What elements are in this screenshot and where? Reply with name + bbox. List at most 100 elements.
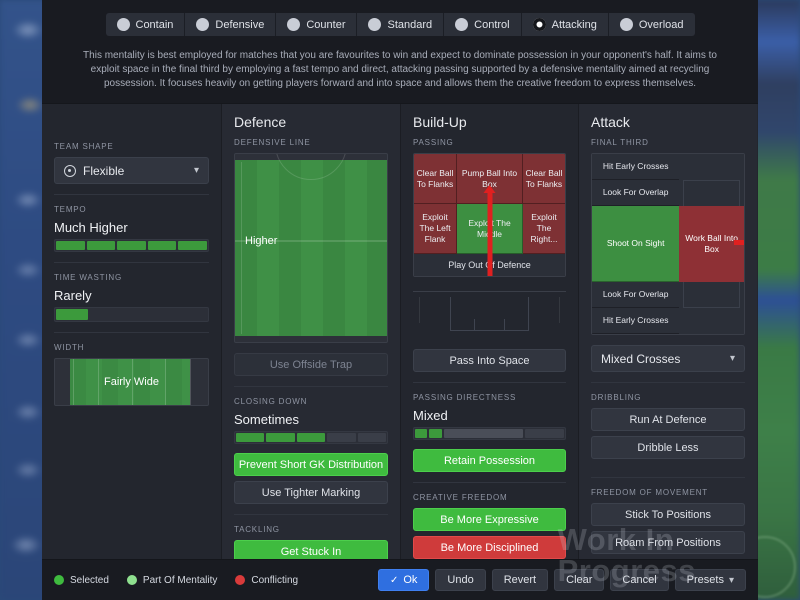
run-at-defence-button[interactable]: Run At Defence: [591, 408, 745, 431]
tempo-segment: [148, 241, 177, 250]
column-defence: Defence DEFENSIVE LINE Higher Use Offsid…: [222, 104, 401, 559]
radio-icon: [368, 18, 381, 31]
mentality-option-standard[interactable]: Standard: [357, 13, 444, 36]
crosses-value: Mixed Crosses: [601, 352, 723, 366]
divider: [54, 262, 209, 263]
direction-arrow-right-icon: [734, 240, 745, 245]
final-third-cell-hit-early-crosses-top[interactable]: Hit Early Crosses: [592, 154, 679, 180]
final-third-cell-hit-early-crosses-bottom[interactable]: Hit Early Crosses: [592, 308, 679, 334]
radio-icon: [196, 18, 209, 31]
passing-directness-label: PASSING DIRECTNESS: [401, 393, 578, 402]
final-third-grid[interactable]: Hit Early Crosses Look For Overlap Shoot…: [591, 153, 745, 335]
check-icon: ✓: [390, 575, 398, 586]
defensive-line-pitch-widget[interactable]: Higher: [234, 153, 388, 343]
mentality-option-defensive[interactable]: Defensive: [185, 13, 276, 36]
legend-label: Part Of Mentality: [143, 575, 217, 586]
stick-to-positions-button[interactable]: Stick To Positions: [591, 503, 745, 526]
freedom-of-movement-label: FREEDOM OF MOVEMENT: [579, 488, 757, 497]
radio-selected-icon: [533, 18, 546, 31]
pitch-goal-area-graphic: [413, 283, 566, 345]
action-buttons: ✓ Ok Undo Revert Clear Cancel Presets ▾: [378, 569, 746, 591]
closing-down-segment: [266, 433, 294, 442]
passing-cell-exploit-the-left-flank[interactable]: Exploit The Left Flank: [414, 204, 457, 254]
attack-title: Attack: [579, 104, 757, 138]
mentality-description: This mentality is best employed for matc…: [68, 49, 732, 91]
mentality-option-counter[interactable]: Counter: [276, 13, 357, 36]
closing-down-slider[interactable]: [234, 431, 388, 444]
final-third-cell-look-for-overlap-top[interactable]: Look For Overlap: [592, 180, 679, 206]
tempo-segment: [56, 241, 85, 250]
use-offside-trap-button[interactable]: Use Offside Trap: [234, 353, 388, 376]
passing-directness-value: Mixed: [413, 408, 566, 423]
mentality-option-label: Defensive: [215, 19, 264, 31]
legend: Selected Part Of Mentality Conflicting: [54, 575, 298, 586]
width-value: Fairly Wide: [55, 359, 208, 405]
closing-down-label: CLOSING DOWN: [222, 397, 400, 406]
creative-freedom-label: CREATIVE FREEDOM: [401, 493, 578, 502]
directness-segment: [525, 429, 564, 438]
roam-from-positions-button[interactable]: Roam From Positions: [591, 531, 745, 554]
team-shape-dropdown[interactable]: Flexible ▾: [54, 157, 209, 184]
directness-segment: [444, 429, 523, 438]
divider: [54, 194, 209, 195]
time-wasting-slider[interactable]: [54, 307, 209, 322]
divider: [591, 382, 745, 383]
radio-icon: [620, 18, 633, 31]
presets-dropdown-button[interactable]: Presets ▾: [675, 569, 746, 591]
retain-possession-button[interactable]: Retain Possession: [413, 449, 566, 472]
column-buildup: Build-Up PASSING Clear Ball To Flanks Pu…: [401, 104, 579, 559]
tempo-slider[interactable]: [54, 239, 209, 252]
legend-swatch: [235, 575, 245, 585]
be-more-expressive-button[interactable]: Be More Expressive: [413, 508, 566, 531]
mentality-option-attacking[interactable]: Attacking: [522, 13, 609, 36]
passing-cell-clear-ball-to-flanks-left[interactable]: Clear Ball To Flanks: [414, 154, 457, 204]
width-pitch-widget[interactable]: Fairly Wide: [54, 358, 209, 406]
time-wasting-label: TIME WASTING: [42, 273, 221, 282]
undo-button[interactable]: Undo: [435, 569, 485, 591]
mentality-option-control[interactable]: Control: [444, 13, 521, 36]
final-third-cell-look-for-overlap-bottom[interactable]: Look For Overlap: [592, 282, 679, 308]
final-third-cell-shoot-on-sight[interactable]: Shoot On Sight: [592, 206, 679, 282]
passing-directness-slider[interactable]: [413, 427, 566, 440]
time-wasting-fill: [56, 309, 88, 320]
tactics-panel: Contain Defensive Counter Standard Contr…: [42, 0, 758, 600]
defensive-line-value: Higher: [245, 235, 277, 247]
passing-cell-exploit-the-right-flank[interactable]: Exploit The Right...: [523, 204, 565, 254]
use-tighter-marking-button[interactable]: Use Tighter Marking: [234, 481, 388, 504]
pass-into-space-button[interactable]: Pass Into Space: [413, 349, 566, 372]
mentality-option-overload[interactable]: Overload: [609, 13, 695, 36]
touchline-left: [241, 162, 381, 335]
ok-button[interactable]: ✓ Ok: [378, 569, 429, 591]
passing-grid[interactable]: Clear Ball To Flanks Pump Ball Into Box …: [413, 153, 566, 277]
mentality-option-label: Attacking: [552, 19, 597, 31]
final-third-label: FINAL THIRD: [579, 138, 757, 147]
crosses-dropdown[interactable]: Mixed Crosses ▾: [591, 345, 745, 372]
team-shape-label: TEAM SHAPE: [42, 142, 221, 151]
width-label: WIDTH: [42, 343, 221, 352]
mentality-option-contain[interactable]: Contain: [106, 13, 186, 36]
tempo-value: Much Higher: [54, 220, 209, 235]
tempo-segment: [117, 241, 146, 250]
tempo-segment: [87, 241, 116, 250]
mentality-selector[interactable]: Contain Defensive Counter Standard Contr…: [42, 13, 758, 36]
divider: [413, 382, 566, 383]
tactics-columns: TEAM SHAPE Flexible ▾ TEMPO Much Higher …: [42, 104, 758, 559]
ok-button-label: Ok: [403, 574, 417, 586]
closing-down-segment: [297, 433, 325, 442]
tackling-label: TACKLING: [222, 525, 400, 534]
be-more-disciplined-button[interactable]: Be More Disciplined: [413, 536, 566, 559]
chevron-down-icon: ▾: [729, 575, 734, 586]
cancel-button[interactable]: Cancel: [610, 569, 668, 591]
passing-cell-clear-ball-to-flanks-right[interactable]: Clear Ball To Flanks: [523, 154, 565, 204]
clear-button[interactable]: Clear: [554, 569, 604, 591]
prevent-short-gk-distribution-button[interactable]: Prevent Short GK Distribution: [234, 453, 388, 476]
revert-button[interactable]: Revert: [492, 569, 548, 591]
mentality-option-label: Contain: [136, 19, 174, 31]
closing-down-value: Sometimes: [234, 412, 388, 427]
legend-item-part-of-mentality: Part Of Mentality: [127, 575, 217, 586]
dribble-less-button[interactable]: Dribble Less: [591, 436, 745, 459]
legend-label: Conflicting: [251, 575, 298, 586]
radio-icon: [117, 18, 130, 31]
divider: [234, 514, 388, 515]
six-yard-box: [474, 319, 505, 331]
